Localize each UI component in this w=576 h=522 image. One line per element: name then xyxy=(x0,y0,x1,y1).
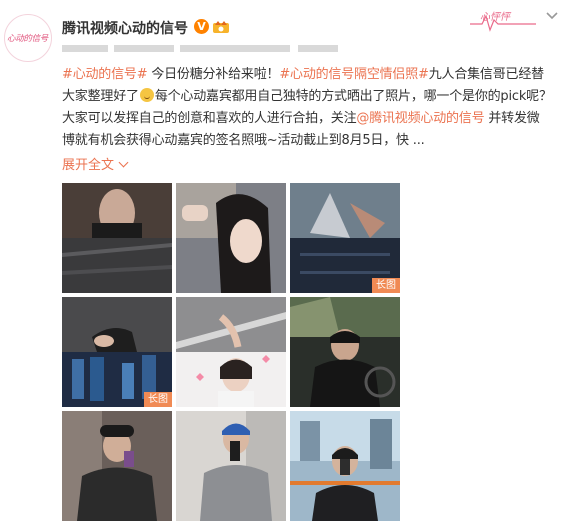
verified-v-icon: V xyxy=(194,19,209,34)
long-image-badge: 长图 xyxy=(372,278,400,293)
account-name[interactable]: 腾讯视频心动的信号 xyxy=(62,18,188,38)
post-text-segment: 今日份糖分补给来啦！ xyxy=(147,67,280,82)
photo-image xyxy=(290,183,400,293)
photo-image xyxy=(62,183,172,293)
photo-image xyxy=(62,411,172,521)
long-image-badge: 长图 xyxy=(144,392,172,407)
photo-thumbnail[interactable] xyxy=(62,411,172,521)
hashtag-link[interactable]: #心动的信号# xyxy=(62,67,148,82)
expand-full-text-link[interactable]: 展开全文 xyxy=(62,154,129,173)
photo-thumbnail[interactable] xyxy=(176,411,286,521)
photo-grid: 长图 长图 xyxy=(62,183,401,522)
mention-link[interactable]: @腾讯视频心动的信号 xyxy=(356,111,484,126)
cropped-meta-text-icon xyxy=(62,45,338,52)
chevron-down-icon xyxy=(118,157,129,168)
photo-thumbnail[interactable] xyxy=(290,411,400,521)
photo-image xyxy=(290,297,400,407)
avatar-logo-text: 心动的信号 xyxy=(7,34,49,44)
photo-thumbnail[interactable]: 长图 xyxy=(62,297,172,407)
photo-image xyxy=(176,411,286,521)
photo-thumbnail[interactable] xyxy=(176,183,286,293)
photo-thumbnail[interactable] xyxy=(62,183,172,293)
vip-crown-icon xyxy=(213,21,229,33)
post-text: #心动的信号# 今日份糖分补给来啦！#心动的信号隔空情侣照#九人合集信哥已经替大… xyxy=(62,64,552,152)
smile-emoji-icon xyxy=(139,88,154,102)
chevron-down-icon[interactable] xyxy=(544,10,560,22)
weibo-post-card: 心动的信号 腾讯视频心动的信号 V 心怦怦 #心动的信号# 今日份糖分补给来啦！… xyxy=(0,0,576,522)
photo-image xyxy=(176,183,286,293)
post-meta-cropped xyxy=(62,40,362,52)
avatar[interactable]: 心动的信号 xyxy=(4,14,52,62)
photo-thumbnail[interactable] xyxy=(176,297,286,407)
expand-label: 展开全文 xyxy=(62,158,115,173)
heartbeat-text: 心怦怦 xyxy=(480,12,510,23)
photo-thumbnail[interactable] xyxy=(290,297,400,407)
hashtag-link[interactable]: #心动的信号隔空情侣照# xyxy=(279,67,429,82)
photo-thumbnail[interactable]: 长图 xyxy=(290,183,400,293)
photo-image xyxy=(62,297,172,407)
photo-image xyxy=(176,297,286,407)
heartbeat-decoration: 心怦怦 xyxy=(470,4,536,34)
photo-image xyxy=(290,411,400,521)
